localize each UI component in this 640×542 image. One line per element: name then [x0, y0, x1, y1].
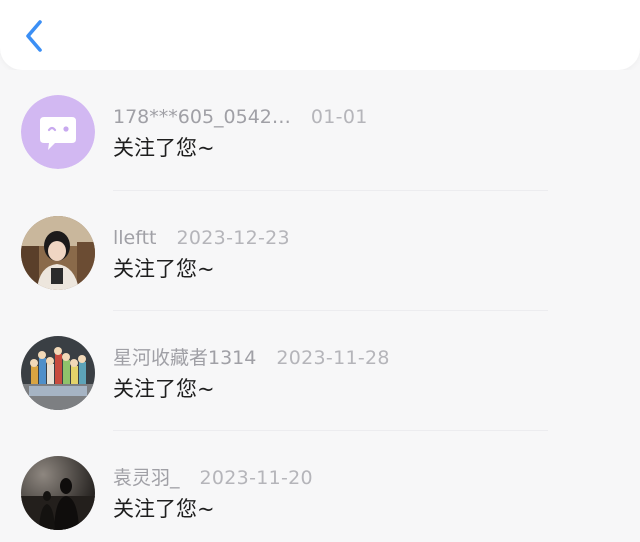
list-item[interactable]: 星河收藏者1314 2023-11-28 关注了您~: [0, 311, 640, 431]
item-meta: lleftt 2023-12-23: [113, 226, 290, 250]
user-name[interactable]: 178***605_0542…: [113, 106, 291, 128]
list-item[interactable]: lleftt 2023-12-23 关注了您~: [0, 191, 640, 311]
item-meta: 袁灵羽_ 2023-11-20: [113, 466, 313, 490]
message-text: 关注了您~: [113, 377, 215, 401]
message-text: 关注了您~: [113, 497, 215, 521]
user-name[interactable]: 星河收藏者1314: [113, 347, 256, 369]
avatar[interactable]: [21, 336, 95, 410]
default-chat-avatar-icon: [21, 95, 95, 169]
avatar[interactable]: [21, 95, 95, 169]
message-text: 关注了您~: [113, 257, 215, 281]
timestamp: 01-01: [310, 106, 368, 128]
item-meta: 178***605_0542… 01-01: [113, 105, 368, 129]
user-name[interactable]: lleftt: [113, 227, 157, 249]
dark-silhouette-avatar-icon: [21, 456, 95, 530]
avatar[interactable]: [21, 216, 95, 290]
user-photo-avatar-icon: [21, 216, 95, 290]
list-item[interactable]: 袁灵羽_ 2023-11-20 关注了您~: [0, 431, 640, 542]
user-name[interactable]: 袁灵羽_: [113, 467, 180, 489]
top-bar: [0, 0, 640, 70]
avatar[interactable]: [21, 456, 95, 530]
timestamp: 2023-11-20: [199, 467, 313, 489]
back-button[interactable]: [14, 14, 54, 58]
item-meta: 星河收藏者1314 2023-11-28: [113, 346, 390, 370]
timestamp: 2023-11-28: [276, 347, 390, 369]
notification-list: 178***605_0542… 01-01 关注了您~ lleftt 2023-…: [0, 70, 640, 542]
figurines-photo-avatar-icon: [21, 336, 95, 410]
timestamp: 2023-12-23: [176, 227, 290, 249]
message-text: 关注了您~: [113, 136, 215, 160]
list-item[interactable]: 178***605_0542… 01-01 关注了您~: [0, 70, 640, 191]
chevron-left-icon: [26, 20, 42, 52]
followers-notification-screen: 178***605_0542… 01-01 关注了您~ lleftt 2023-…: [0, 0, 640, 542]
